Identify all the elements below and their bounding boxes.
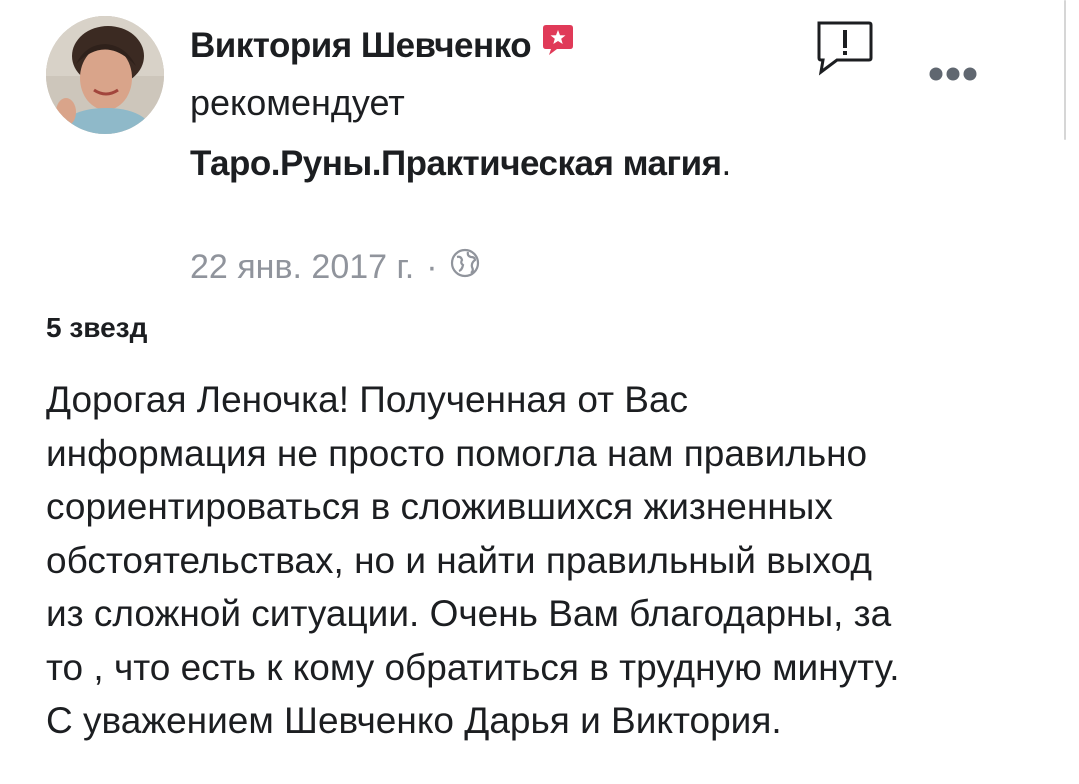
rating-text: 5 звезд <box>46 312 148 343</box>
recommendation-star-icon <box>541 23 575 62</box>
review-line: информация не просто помогла нам правиль… <box>46 432 868 474</box>
meta-separator: · <box>426 247 438 286</box>
review-line: то , что есть к кому обратиться в трудну… <box>46 646 900 688</box>
review-line: сориентироваться в сложившихся жизненных <box>46 486 833 527</box>
globe-icon <box>450 248 480 287</box>
review-line: обстоятельствах, но и найти правильный в… <box>46 539 872 581</box>
review-line: Дорогая Леночка! Полученная от Вас <box>46 379 689 420</box>
author-name[interactable]: Виктория Шевченко <box>190 26 532 66</box>
page-name-line: Таро.Руны.Практическая магия. <box>190 136 750 192</box>
review-text: Дорогая Леночка! Полученная от Вас инфор… <box>46 373 1056 748</box>
page-name-link[interactable]: Таро.Руны.Практическая магия <box>190 144 722 183</box>
page-name-suffix: . <box>721 144 732 183</box>
more-options-icon[interactable] <box>928 66 978 87</box>
review-line: из сложной ситуации. Очень Вам благодарн… <box>46 593 892 634</box>
author-avatar[interactable] <box>46 16 164 134</box>
post-meta: 22 янв. 2017 г. · <box>190 245 480 289</box>
review-line: С уважением Шевченко Дарья и Виктория. <box>46 700 782 741</box>
report-flag-icon[interactable] <box>815 20 875 81</box>
card-edge-divider <box>1064 0 1066 140</box>
post-date[interactable]: 22 янв. 2017 г. <box>190 248 414 287</box>
author-line: Виктория Шевченко <box>190 24 575 68</box>
action-text: рекомендует <box>190 82 405 123</box>
